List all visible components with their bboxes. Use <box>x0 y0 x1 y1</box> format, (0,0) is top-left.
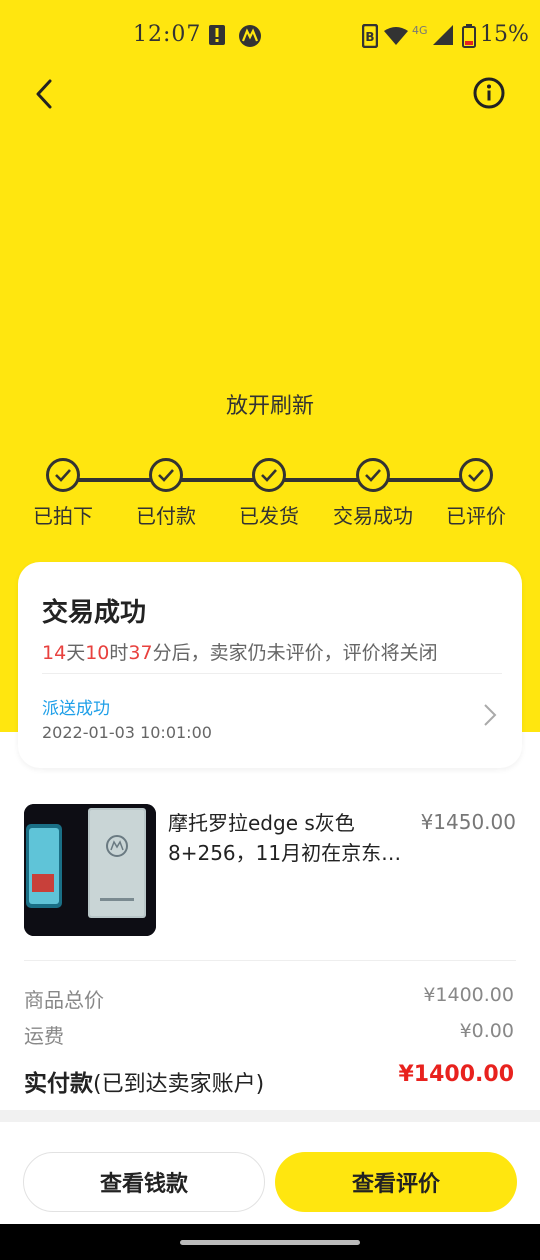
info-button[interactable] <box>470 74 508 112</box>
step-completed: 交易成功 <box>323 458 423 529</box>
svg-text:B: B <box>365 30 374 44</box>
nfc-icon: B <box>362 24 378 48</box>
countdown-days: 14 <box>42 642 67 664</box>
order-progress: 已拍下 已付款 已发货 交易成功 已评价 <box>0 458 540 538</box>
divider <box>24 960 516 961</box>
delivery-row[interactable]: 派送成功 2022-01-03 10:01:00 <box>18 674 522 768</box>
countdown-hours: 10 <box>85 642 110 664</box>
step-label: 已付款 <box>136 504 196 528</box>
chevron-left-icon <box>36 79 52 109</box>
countdown-suffix: 分后，卖家仍未评价，评价将关闭 <box>152 642 438 664</box>
paid-note: (已到达卖家账户) <box>93 1072 265 1097</box>
step-placed: 已拍下 <box>13 458 113 529</box>
items-total-value: ¥1400.00 <box>423 984 514 1006</box>
delivery-status: 派送成功 <box>42 699 110 719</box>
countdown-hours-unit: 时 <box>109 642 129 664</box>
battery-icon <box>462 24 476 48</box>
step-label: 已发货 <box>239 504 299 528</box>
check-icon <box>46 458 80 492</box>
status-bar: 12:07 B 4G 15% <box>0 0 540 72</box>
system-nav-bar <box>0 1224 540 1260</box>
paid-value: ¥1400.00 <box>398 1062 514 1087</box>
home-indicator[interactable] <box>180 1240 360 1245</box>
check-icon <box>459 458 493 492</box>
back-button[interactable] <box>28 74 64 114</box>
countdown-days-unit: 天 <box>66 642 86 664</box>
check-icon <box>356 458 390 492</box>
battery-percent: 15% <box>480 22 529 47</box>
view-review-button[interactable]: 查看评价 <box>275 1152 517 1212</box>
view-payment-button[interactable]: 查看钱款 <box>23 1152 265 1212</box>
status-time: 12:07 <box>133 22 202 47</box>
check-icon <box>252 458 286 492</box>
product-title: 摩托罗拉edge s灰色8+256，11月初在京东… <box>168 811 402 865</box>
step-label: 已拍下 <box>33 504 93 528</box>
order-status-title: 交易成功 <box>42 598 147 628</box>
pull-refresh-hint: 放开刷新 <box>225 394 314 419</box>
info-icon <box>473 77 505 109</box>
step-label: 交易成功 <box>333 504 413 528</box>
paid-label: 实付款 <box>24 1071 93 1097</box>
product-image <box>24 804 156 936</box>
motorola-icon <box>239 25 261 47</box>
check-icon <box>149 458 183 492</box>
wifi-icon <box>384 27 408 45</box>
product-item[interactable]: 摩托罗拉edge s灰色8+256，11月初在京东… ¥1450.00 <box>24 804 516 936</box>
review-countdown: 14天10时37分后，卖家仍未评价，评价将关闭 <box>42 638 438 665</box>
countdown-minutes: 37 <box>128 642 153 664</box>
items-total-label: 商品总价 <box>24 988 104 1012</box>
step-reviewed: 已评价 <box>426 458 526 529</box>
signal-icon <box>433 25 453 45</box>
step-paid: 已付款 <box>116 458 216 529</box>
network-type: 4G <box>412 24 428 37</box>
shipping-label: 运费 <box>24 1024 64 1048</box>
chevron-right-icon <box>484 704 497 726</box>
step-shipped: 已发货 <box>219 458 319 529</box>
product-price: ¥1450.00 <box>420 810 516 834</box>
paid-label-row: 实付款(已到达卖家账户) <box>24 1064 264 1098</box>
step-label: 已评价 <box>446 504 506 528</box>
alert-icon <box>209 25 225 45</box>
order-status-card: 交易成功 14天10时37分后，卖家仍未评价，评价将关闭 派送成功 2022-0… <box>18 562 522 768</box>
section-separator <box>0 1110 540 1122</box>
shipping-value: ¥0.00 <box>459 1020 514 1042</box>
delivery-time: 2022-01-03 10:01:00 <box>42 723 212 742</box>
